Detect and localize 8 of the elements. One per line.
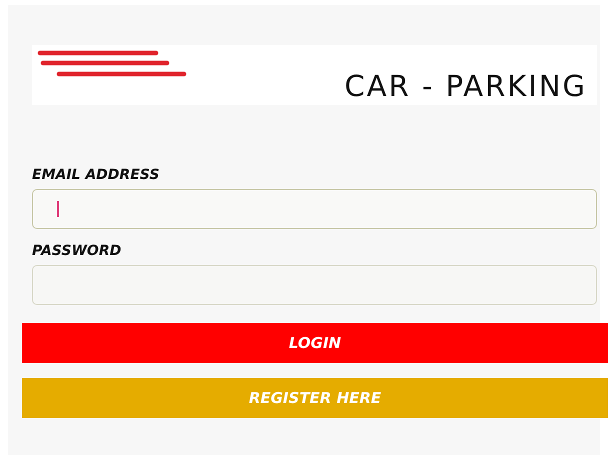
input-field[interactable] bbox=[32, 189, 597, 229]
login-button[interactable]: LOGIN bbox=[22, 323, 608, 363]
field-label: EMAIL ADDRESS bbox=[32, 167, 160, 183]
input-field[interactable] bbox=[32, 265, 597, 305]
app-title: CAR - PARKING bbox=[344, 69, 587, 103]
register-button[interactable]: REGISTER HERE bbox=[22, 378, 608, 418]
field-label: PASSWORD bbox=[32, 243, 122, 259]
text-cursor bbox=[57, 201, 59, 217]
